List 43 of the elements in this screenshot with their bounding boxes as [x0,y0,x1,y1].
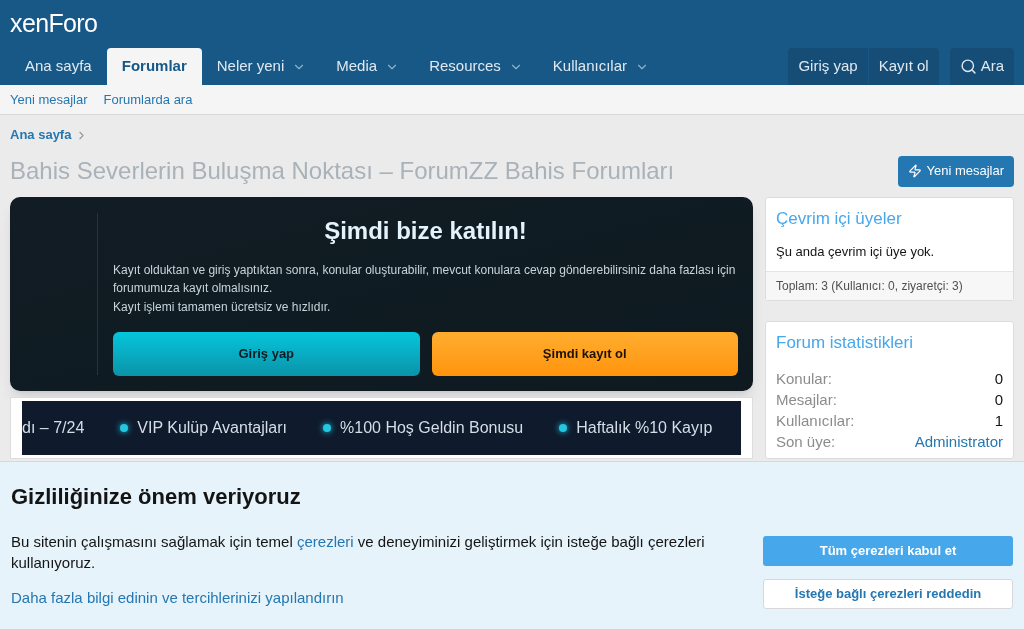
ticker-item: %100 Hoş Geldin Bonusu [340,418,524,438]
join-text: Kayıt işlemi tamamen ücretsiz ve hızlıdır. [113,299,332,316]
ticker-item: VIP Kulüp Avantajları [137,418,287,438]
cookie-message: Bu sitenin çalışmasını sağlamak için temel çerezleri ve deneyiminizi geliştirmek için isteğe bağlı çerezleri kullanıyoruz. [11,532,706,573]
nav-tab[interactable]: Ana sayfa [10,48,107,85]
login-link[interactable]: Giriş yap [788,48,868,85]
new-posts-button[interactable]: Yeni mesajlar [898,155,1014,187]
login-button[interactable]: Giriş yap [113,332,420,376]
subnav-link[interactable]: Yeni mesajlar [10,89,88,110]
join-text: Kayıt olduktan ve giriş yaptıktan sonra, konular oluşturabilir, mevcut konulara cevap gönderebilirsiniz daha fazlası için forumumuza kayıt olmalısınız. [113,262,737,297]
page-title: Bahis Severlerin Buluşma Noktası – ForumZZ Bahis Forumları [10,159,675,183]
site-logo[interactable]: xenForo [10,5,98,43]
register-link[interactable]: Kayıt ol [868,48,939,85]
cookie-title: Gizliliğinize önem veriyoruz [11,483,302,511]
stat-value: 0 [994,389,1003,410]
stat-value: 0 [994,368,1003,389]
more-info-link[interactable]: Daha fazla bilgi edinin ve tercihlerinizi yapılandırın [11,587,763,610]
ticker-item: dı – 7/24 [22,418,85,438]
nav-tab[interactable]: Kullanıcılar [537,48,665,85]
search-button[interactable]: Ara [949,48,1014,85]
stat-label: Son üye: [776,431,836,452]
panel-title: Çevrim içi üyeler [775,208,903,230]
lightning-icon [908,164,923,178]
join-title: Şimdi bize katılın! [323,216,528,246]
online-message: Şu anda çevrim içi üye yok. [775,242,936,261]
nav-tab[interactable]: Media [321,48,415,85]
stat-label: Mesajlar: [776,389,837,410]
subnav-link[interactable]: Forumlarda ara [103,89,193,110]
online-total: Toplam: 3 (Kullanıcı: 0, ziyaretçi: 3) [766,271,1013,300]
nav-tab[interactable]: Neler yeni [201,48,322,85]
member-link[interactable]: Administrator [914,430,1003,452]
register-button[interactable]: Şimdi kayıt ol [431,332,738,376]
breadcrumb-link[interactable]: Ana sayfa [10,125,72,145]
stat-label: Kullanıcılar: [776,410,855,431]
reject-button[interactable]: İsteğe bağlı çerezleri reddedin [763,579,1013,609]
panel-title: Forum istatistikleri [775,332,914,354]
stat-value: 1 [994,410,1003,431]
search-icon [959,58,977,75]
nav-tab[interactable]: Resources [414,48,538,85]
cookies-link[interactable]: çerezleri [296,533,354,550]
nav-tab[interactable]: Forumlar [106,48,202,85]
ticker-item: Haftalık %10 Kayıp [576,418,713,438]
stat-label: Konular: [776,368,832,389]
